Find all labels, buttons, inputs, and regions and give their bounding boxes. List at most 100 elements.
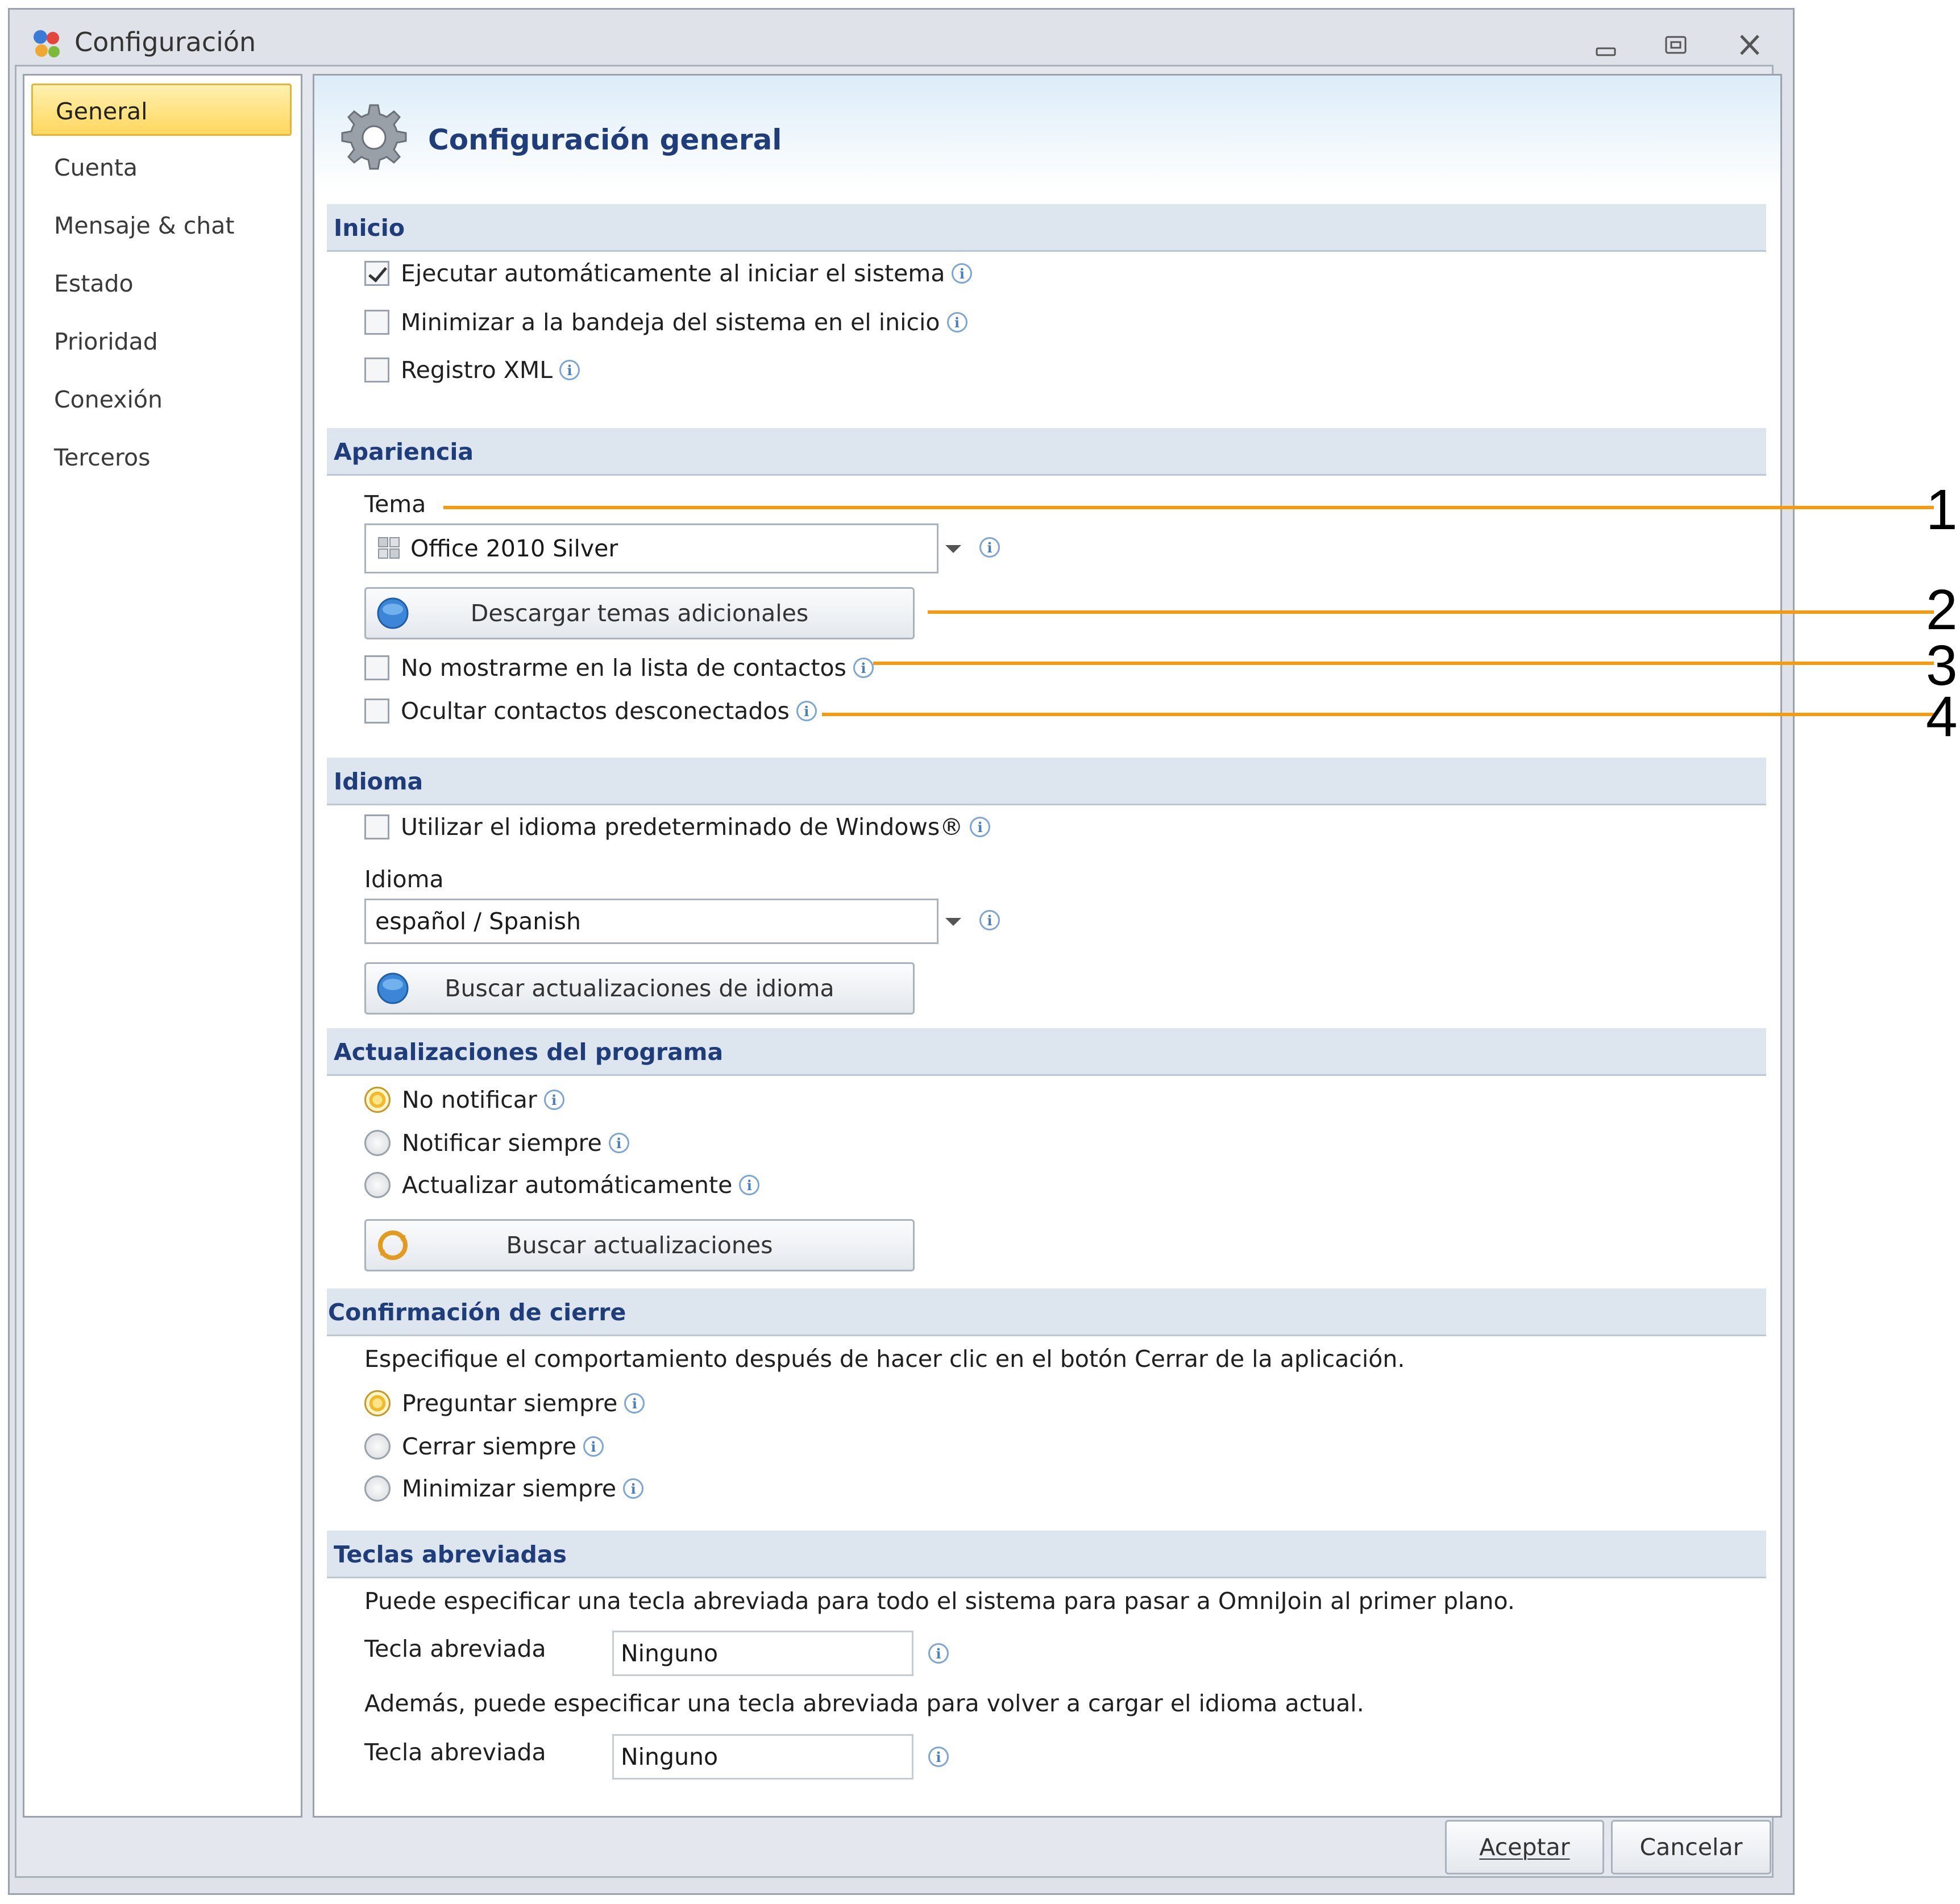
theme-icon bbox=[378, 537, 400, 559]
ask-always-label: Preguntar siempre bbox=[402, 1390, 618, 1417]
xml-log-label: Registro XML bbox=[401, 356, 553, 384]
gear-icon bbox=[341, 104, 407, 170]
hotkey-input-1[interactable]: Ninguno bbox=[612, 1631, 913, 1676]
autostart-option[interactable]: Ejecutar automáticamente al iniciar el s… bbox=[364, 256, 973, 290]
info-icon[interactable]: i bbox=[928, 1747, 949, 1767]
language-value: español / Spanish bbox=[375, 908, 581, 935]
globe-icon bbox=[377, 597, 409, 629]
close-always-option[interactable]: Cerrar siempre i bbox=[364, 1429, 604, 1464]
restore-icon bbox=[1665, 36, 1687, 54]
info-icon[interactable]: i bbox=[970, 817, 991, 837]
minimize-always-radio[interactable] bbox=[364, 1475, 391, 1502]
cancel-label: Cancelar bbox=[1639, 1834, 1743, 1861]
close-icon bbox=[1740, 35, 1759, 55]
minimize-always-label: Minimizar siempre bbox=[402, 1475, 617, 1502]
language-select[interactable]: español / Spanish bbox=[364, 899, 939, 944]
check-updates-label: Buscar actualizaciones bbox=[506, 1232, 773, 1259]
no-notify-label: No notificar bbox=[402, 1086, 537, 1113]
hotkey-description-2: Además, puede especificar una tecla abre… bbox=[364, 1690, 1364, 1717]
sidebar-item-cuenta[interactable]: Cuenta bbox=[31, 142, 292, 194]
minimize-tray-checkbox[interactable] bbox=[364, 310, 389, 335]
hotkey-label-2: Tecla abreviada bbox=[364, 1739, 546, 1766]
chevron-down-icon[interactable] bbox=[945, 918, 961, 926]
section-idioma: Idioma bbox=[327, 758, 1766, 805]
hide-offline-checkbox[interactable] bbox=[364, 699, 389, 724]
hide-offline-label: Ocultar contactos desconectados bbox=[401, 697, 790, 725]
language-updates-button[interactable]: Buscar actualizaciones de idioma bbox=[364, 962, 915, 1015]
no-notify-option[interactable]: No notificar i bbox=[364, 1083, 564, 1117]
page-title: Configuración general bbox=[428, 123, 782, 156]
globe-icon bbox=[377, 972, 409, 1004]
windows-lang-checkbox[interactable] bbox=[364, 814, 389, 839]
auto-update-option[interactable]: Actualizar automáticamente i bbox=[364, 1168, 760, 1202]
info-icon[interactable]: i bbox=[608, 1133, 629, 1153]
info-icon[interactable]: i bbox=[623, 1478, 644, 1499]
cancel-button[interactable]: Cancelar bbox=[1611, 1820, 1771, 1874]
hotkey-input-2[interactable]: Ninguno bbox=[612, 1734, 913, 1780]
hide-me-option[interactable]: No mostrarme en la lista de contactos i bbox=[364, 651, 874, 685]
callout-number-1: 1 bbox=[1926, 478, 1958, 542]
minimize-tray-option[interactable]: Minimizar a la bandeja del sistema en el… bbox=[364, 305, 967, 339]
info-icon[interactable]: i bbox=[559, 360, 580, 380]
callout-line-3 bbox=[873, 662, 1934, 665]
minimize-button[interactable] bbox=[1584, 28, 1624, 62]
panel-header: Configuración general bbox=[314, 76, 1780, 189]
sidebar-item-estado[interactable]: Estado bbox=[31, 257, 292, 310]
chevron-down-icon[interactable] bbox=[945, 545, 961, 553]
info-icon[interactable]: i bbox=[979, 537, 1000, 558]
autostart-checkbox[interactable] bbox=[364, 261, 389, 286]
sidebar-item-prioridad[interactable]: Prioridad bbox=[31, 315, 292, 368]
info-icon[interactable]: i bbox=[739, 1175, 760, 1195]
app-icon bbox=[34, 30, 60, 57]
auto-update-radio[interactable] bbox=[364, 1172, 391, 1198]
ok-label: Aceptar bbox=[1479, 1834, 1570, 1861]
ask-always-radio[interactable] bbox=[364, 1390, 391, 1416]
auto-update-label: Actualizar automáticamente bbox=[402, 1171, 733, 1199]
callout-line-2 bbox=[928, 610, 1934, 614]
info-icon[interactable]: i bbox=[543, 1090, 564, 1110]
notify-always-radio[interactable] bbox=[364, 1130, 391, 1156]
close-button[interactable] bbox=[1730, 28, 1770, 62]
ask-always-option[interactable]: Preguntar siempre i bbox=[364, 1386, 645, 1420]
section-title: Idioma bbox=[334, 768, 423, 795]
section-apariencia: Apariencia bbox=[327, 428, 1766, 476]
restore-button[interactable] bbox=[1656, 28, 1696, 62]
ok-button[interactable]: Aceptar bbox=[1445, 1820, 1604, 1874]
sidebar-item-mensaje-chat[interactable]: Mensaje & chat bbox=[31, 199, 292, 252]
hide-offline-option[interactable]: Ocultar contactos desconectados i bbox=[364, 694, 817, 728]
settings-panel: Configuración general Inicio Ejecutar au… bbox=[313, 74, 1782, 1818]
minimize-icon bbox=[1596, 47, 1616, 56]
close-always-radio[interactable] bbox=[364, 1433, 391, 1460]
info-icon[interactable]: i bbox=[624, 1393, 645, 1414]
info-icon[interactable]: i bbox=[979, 910, 1000, 930]
windows-lang-option[interactable]: Utilizar el idioma predeterminado de Win… bbox=[364, 810, 991, 844]
language-label: Idioma bbox=[364, 866, 444, 893]
hotkey-description-1: Puede especificar una tecla abreviada pa… bbox=[364, 1587, 1515, 1615]
section-title: Apariencia bbox=[334, 438, 474, 465]
section-title: Inicio bbox=[334, 214, 405, 242]
windows-lang-label: Utilizar el idioma predeterminado de Win… bbox=[401, 813, 964, 841]
callout-line-1 bbox=[443, 506, 1934, 509]
xml-log-option[interactable]: Registro XML i bbox=[364, 353, 580, 387]
no-notify-radio[interactable] bbox=[364, 1087, 391, 1113]
check-updates-button[interactable]: Buscar actualizaciones bbox=[364, 1219, 915, 1271]
info-icon[interactable]: i bbox=[952, 263, 973, 284]
hide-me-checkbox[interactable] bbox=[364, 655, 389, 680]
theme-select[interactable]: Office 2010 Silver bbox=[364, 523, 939, 573]
notify-always-option[interactable]: Notificar siempre i bbox=[364, 1126, 629, 1160]
download-themes-button[interactable]: Descargar temas adicionales bbox=[364, 587, 915, 639]
sidebar-item-terceros[interactable]: Terceros bbox=[31, 431, 292, 484]
info-icon[interactable]: i bbox=[928, 1643, 949, 1664]
xml-log-checkbox[interactable] bbox=[364, 357, 389, 383]
sidebar-item-general[interactable]: General bbox=[31, 84, 292, 136]
section-teclas: Teclas abreviadas bbox=[327, 1531, 1766, 1578]
info-icon[interactable]: i bbox=[853, 658, 874, 678]
info-icon[interactable]: i bbox=[796, 701, 817, 721]
minimize-always-option[interactable]: Minimizar siempre i bbox=[364, 1471, 644, 1506]
info-icon[interactable]: i bbox=[946, 312, 967, 332]
sidebar-item-conexion[interactable]: Conexión bbox=[31, 373, 292, 426]
sidebar: General Cuenta Mensaje & chat Estado Pri… bbox=[23, 74, 302, 1818]
info-icon[interactable]: i bbox=[583, 1436, 604, 1457]
callout-line-4 bbox=[822, 713, 1934, 716]
hotkey-label-1: Tecla abreviada bbox=[364, 1635, 546, 1662]
